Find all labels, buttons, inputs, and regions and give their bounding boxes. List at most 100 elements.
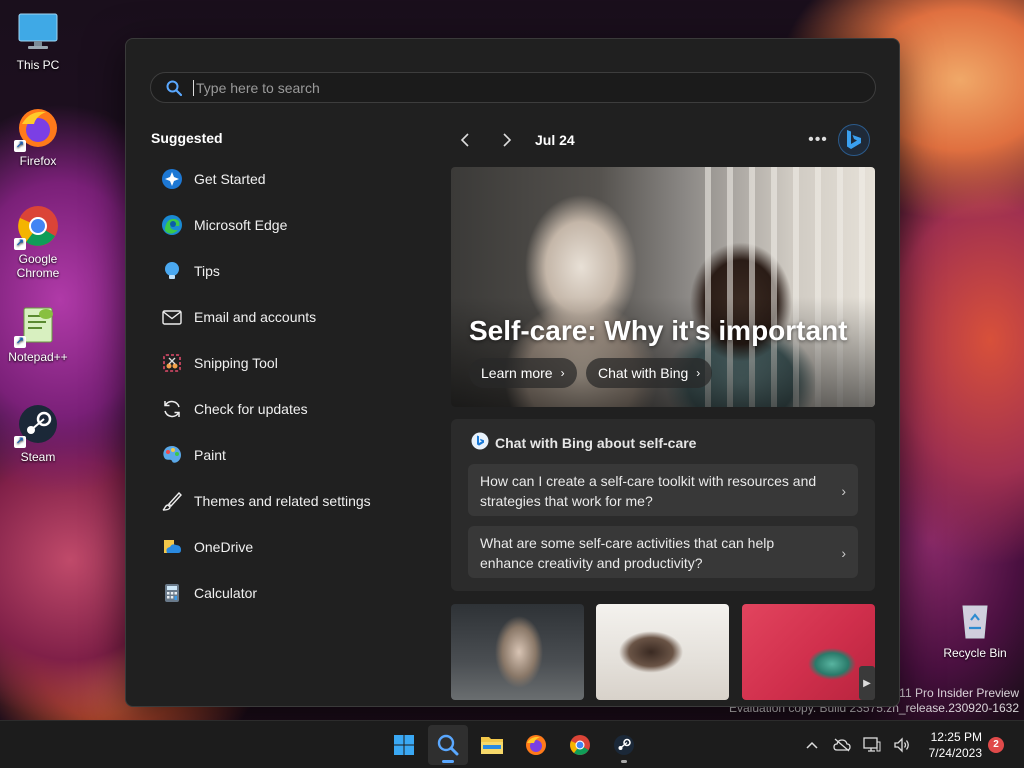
chrome-icon (570, 735, 590, 755)
shortcut-arrow-icon: ↗ (14, 436, 26, 448)
suggested-item-label: Tips (194, 263, 220, 279)
desktop-icon-chrome[interactable]: ↗ Google Chrome (2, 204, 74, 280)
suggested-item-check-updates[interactable]: Check for updates (150, 386, 420, 432)
search-input[interactable] (193, 79, 843, 96)
desktop-icon-this-pc[interactable]: This PC (2, 10, 74, 72)
suggested-item-label: Calculator (194, 585, 258, 601)
chat-card-title: Chat with Bing about self-care (495, 434, 697, 451)
highlights-nav: Jul 24 ••• (451, 124, 876, 156)
speaker-icon (894, 737, 909, 753)
firefox-icon: ↗ (14, 106, 60, 152)
monitor-icon (16, 10, 60, 54)
suggested-heading: Suggested (151, 130, 223, 146)
previous-button[interactable] (451, 125, 481, 155)
suggested-item-calculator[interactable]: Calculator (150, 570, 420, 616)
desktop-icon-label: Google Chrome (16, 252, 60, 280)
suggested-item-tips[interactable]: Tips (150, 248, 420, 294)
thumbnail-sleep[interactable] (596, 604, 729, 700)
chrome-taskbar-button[interactable] (560, 725, 600, 765)
shortcut-arrow-icon: ↗ (14, 336, 26, 348)
suggested-item-paint[interactable]: Paint (150, 432, 420, 478)
firefox-taskbar-button[interactable] (516, 725, 556, 765)
onedrive-tray-button[interactable] (830, 733, 854, 757)
brush-icon (160, 489, 184, 513)
volume-button[interactable] (890, 733, 914, 757)
chat-with-bing-button[interactable]: Chat with Bing › (586, 358, 713, 388)
suggested-item-label: Microsoft Edge (194, 217, 288, 233)
thumbnail-strip: ▶ (451, 604, 875, 700)
desktop-icon-steam[interactable]: ↗ Steam (2, 402, 74, 464)
caret-right-icon: ▶ (863, 677, 871, 689)
onedrive-icon (160, 535, 184, 559)
desktop-icon-label: Firefox (19, 154, 57, 168)
thumbnail-meditation[interactable] (451, 604, 584, 700)
desktop-icon-firefox[interactable]: ↗ Firefox (2, 106, 74, 168)
suggested-item-label: Paint (194, 447, 226, 463)
chevron-left-icon (460, 133, 469, 147)
desktop-icon-recycle-bin[interactable]: Recycle Bin (938, 598, 1012, 660)
taskbar: 12:25 PM 7/24/2023 2 (0, 720, 1024, 768)
chrome-icon: ↗ (14, 204, 60, 250)
chat-with-bing-label: Chat with Bing (598, 365, 689, 381)
more-options-button[interactable]: ••• (803, 125, 833, 155)
suggested-item-snipping-tool[interactable]: Snipping Tool (150, 340, 420, 386)
edge-icon (160, 213, 184, 237)
notepadpp-icon: ↗ (14, 302, 60, 348)
folder-icon (481, 737, 503, 754)
chat-prompt-1[interactable]: How can I create a self-care toolkit wit… (468, 464, 858, 516)
bing-icon (847, 130, 861, 149)
suggested-list: Get Started Microsoft Edge Tips Email an… (150, 156, 420, 616)
suggested-item-themes[interactable]: Themes and related settings (150, 478, 420, 524)
desktop-icon-label: Steam (20, 450, 56, 464)
hero-image-shade (451, 297, 875, 407)
learn-more-button[interactable]: Learn more › (469, 358, 577, 388)
mail-icon (160, 305, 184, 329)
suggested-item-get-started[interactable]: Get Started (150, 156, 420, 202)
search-icon (437, 734, 459, 756)
bing-chat-card: Chat with Bing about self-care How can I… (451, 419, 875, 591)
chat-prompt-text: How can I create a self-care toolkit wit… (480, 473, 817, 509)
steam-taskbar-button[interactable] (604, 725, 644, 765)
system-tray (800, 729, 914, 761)
clock[interactable]: 12:25 PM 7/24/2023 (920, 729, 982, 761)
chevron-right-icon: › (696, 366, 701, 380)
suggested-item-label: Themes and related settings (194, 493, 371, 509)
file-explorer-button[interactable] (472, 725, 512, 765)
chat-prompt-2[interactable]: What are some self-care activities that … (468, 526, 858, 578)
notification-badge[interactable]: 2 (988, 737, 1004, 753)
thumbnail-exercise[interactable] (742, 604, 875, 700)
desktop-icon-notepadpp[interactable]: ↗ Notepad++ (2, 302, 74, 364)
suggested-item-label: OneDrive (194, 539, 254, 555)
highlights-date: Jul 24 (535, 132, 575, 148)
clock-time: 12:25 PM (930, 730, 982, 744)
suggested-item-microsoft-edge[interactable]: Microsoft Edge (150, 202, 420, 248)
paint-icon (160, 443, 184, 467)
desktop-icon-label: Notepad++ (8, 350, 68, 364)
search-box[interactable] (150, 72, 876, 103)
suggested-item-label: Check for updates (194, 401, 308, 417)
calculator-icon (160, 581, 184, 605)
suggested-item-email-accounts[interactable]: Email and accounts (150, 294, 420, 340)
next-button[interactable] (491, 125, 521, 155)
hero-card[interactable]: Self-care: Why it's important Learn more… (451, 167, 875, 407)
network-button[interactable] (860, 733, 884, 757)
get-started-icon (160, 167, 184, 191)
bing-chat-button[interactable] (838, 124, 870, 156)
hero-title: Self-care: Why it's important (469, 315, 848, 346)
suggested-item-label: Email and accounts (194, 309, 317, 325)
search-icon (165, 79, 183, 97)
learn-more-label: Learn more (481, 365, 553, 381)
shortcut-arrow-icon: ↗ (14, 140, 26, 152)
search-taskbar-button[interactable] (428, 725, 468, 765)
start-button[interactable] (384, 725, 424, 765)
show-hidden-icons-button[interactable] (800, 733, 824, 757)
chevron-right-icon: › (841, 545, 846, 561)
recycle-bin-icon (953, 598, 997, 642)
snipping-tool-icon (160, 351, 184, 375)
network-icon (863, 737, 881, 752)
suggested-item-onedrive[interactable]: OneDrive (150, 524, 420, 570)
chevron-right-icon: › (560, 366, 565, 380)
suggested-item-label: Snipping Tool (194, 355, 278, 371)
shortcut-arrow-icon: ↗ (14, 238, 26, 250)
thumbnails-next-button[interactable]: ▶ (859, 666, 875, 700)
